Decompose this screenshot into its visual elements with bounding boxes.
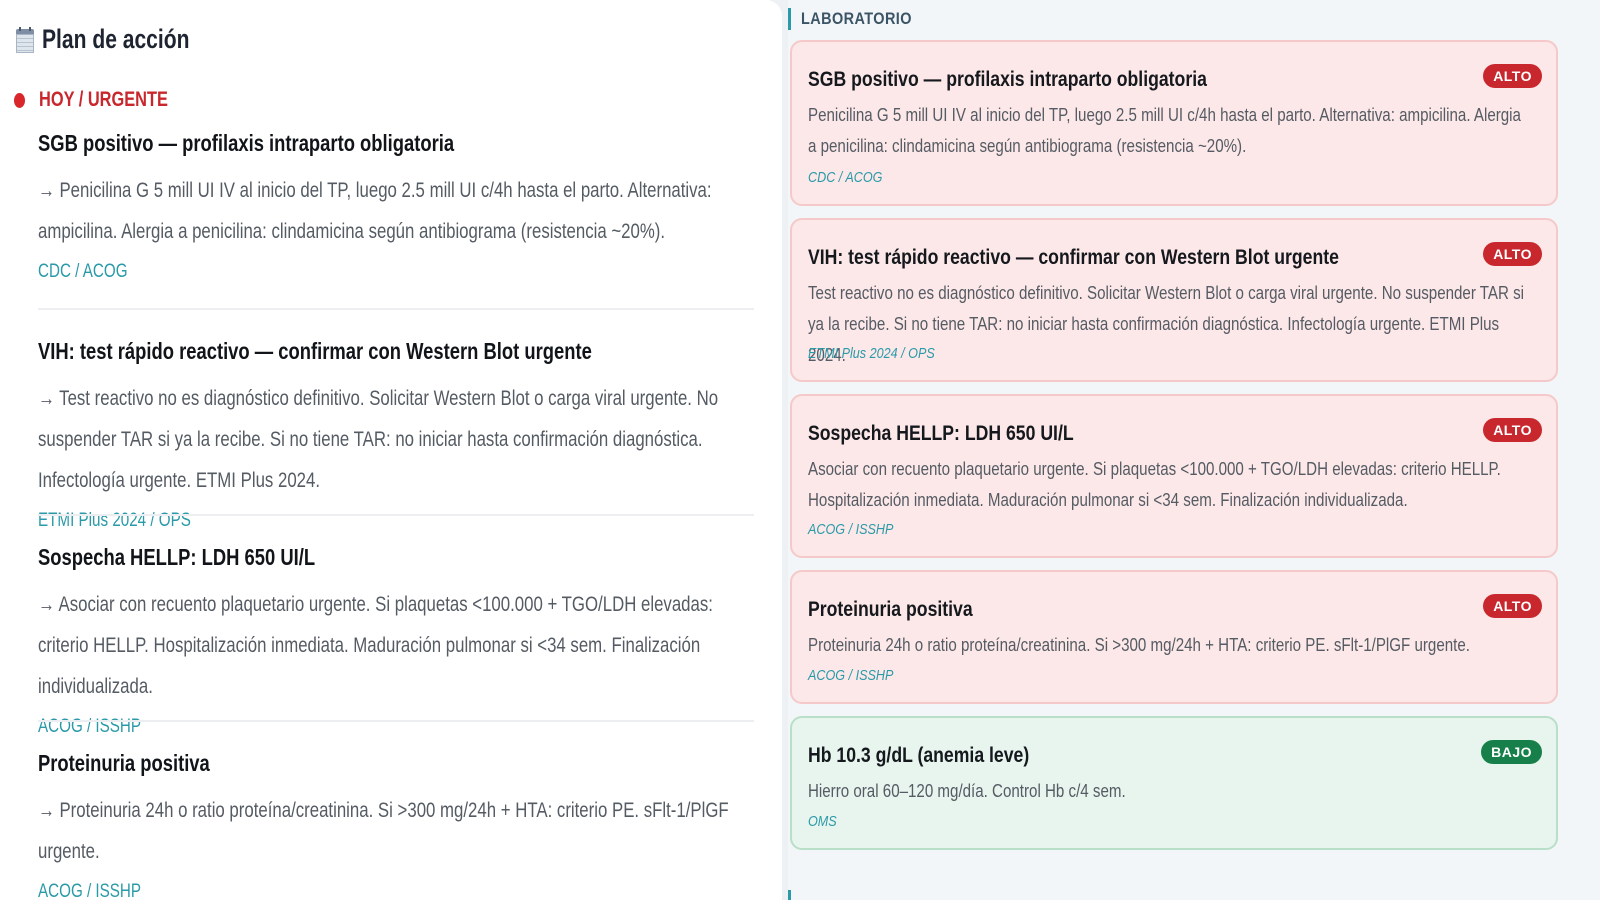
urgent-dot-icon xyxy=(14,92,25,108)
plan-item-title: Sospecha HELLP: LDH 650 UI/L xyxy=(38,544,316,570)
plan-item-source: ACOG / ISSHP xyxy=(38,881,142,900)
lab-card-description: Proteinuria 24h o ratio proteína/creatin… xyxy=(808,635,1470,655)
lab-card-title: VIH: test rápido reactivo — confirmar co… xyxy=(808,246,1339,269)
lab-card-title: Sospecha HELLP: LDH 650 UI/L xyxy=(808,422,1074,445)
plan-item-description: → Proteinuria 24h o ratio proteína/creat… xyxy=(38,799,729,863)
urgent-section-label: HOY / URGENTE xyxy=(39,88,168,111)
lab-section-label: LABORATORIO xyxy=(801,9,912,28)
plan-item-source: ETMI Plus 2024 / OPS xyxy=(38,510,191,531)
lab-card-description: Hierro oral 60–120 mg/día. Control Hb c/… xyxy=(808,781,1126,801)
plan-header: Plan de acción xyxy=(16,24,231,55)
plan-divider xyxy=(38,720,754,722)
lab-card-sgb[interactable]: SGB positivo — profilaxis intraparto obl… xyxy=(790,40,1558,206)
plan-item-hellp: Sospecha HELLP: LDH 650 UI/L → Asociar c… xyxy=(38,542,754,741)
app-frame: Plan de acción HOY / URGENTE SGB positiv… xyxy=(0,0,1600,900)
lab-card-source: OMS xyxy=(808,813,837,830)
plan-item-description: → Test reactivo no es diagnóstico defini… xyxy=(38,387,719,492)
lab-card-source: ETMI Plus 2024 / OPS xyxy=(808,345,935,362)
lab-next-section-bar xyxy=(788,890,791,900)
severity-badge: ALTO xyxy=(1483,64,1542,88)
plan-divider xyxy=(38,514,754,516)
lab-card-vih[interactable]: VIH: test rápido reactivo — confirmar co… xyxy=(790,218,1558,382)
plan-item-description: → Penicilina G 5 mill UI IV al inicio de… xyxy=(38,179,712,243)
plan-item-title: SGB positivo — profilaxis intraparto obl… xyxy=(38,130,455,156)
plan-item-title: VIH: test rápido reactivo — confirmar co… xyxy=(38,338,592,364)
plan-item-title: Proteinuria positiva xyxy=(38,750,210,776)
lab-card-source: CDC / ACOG xyxy=(808,169,883,186)
lab-card-description: Penicilina G 5 mill UI IV al inicio del … xyxy=(808,105,1521,156)
laboratory-panel: LABORATORIO SGB positivo — profilaxis in… xyxy=(788,0,1600,900)
lab-card-hb[interactable]: Hb 10.3 g/dL (anemia leve) BAJO Hierro o… xyxy=(790,716,1558,850)
plan-item-source: ACOG / ISSHP xyxy=(38,716,142,737)
plan-item-sgb: SGB positivo — profilaxis intraparto obl… xyxy=(38,128,754,286)
action-plan-panel: Plan de acción HOY / URGENTE SGB positiv… xyxy=(0,0,782,900)
plan-title: Plan de acción xyxy=(42,24,190,54)
lab-card-title: Hb 10.3 g/dL (anemia leve) xyxy=(808,744,1030,767)
severity-badge: ALTO xyxy=(1483,418,1542,442)
lab-card-hellp[interactable]: Sospecha HELLP: LDH 650 UI/L ALTO Asocia… xyxy=(790,394,1558,558)
plan-item-vih: VIH: test rápido reactivo — confirmar co… xyxy=(38,336,754,535)
lab-card-title: Proteinuria positiva xyxy=(808,598,973,621)
plan-item-description: → Asociar con recuento plaquetario urgen… xyxy=(38,593,713,698)
lab-accent-bar xyxy=(788,8,791,30)
urgent-section-header: HOY / URGENTE xyxy=(14,88,204,112)
plan-item-proteinuria: Proteinuria positiva → Proteinuria 24h o… xyxy=(38,748,754,900)
severity-badge: ALTO xyxy=(1483,242,1542,266)
lab-card-description: Asociar con recuento plaquetario urgente… xyxy=(808,459,1501,510)
lab-card-source: ACOG / ISSHP xyxy=(808,667,894,684)
severity-badge: BAJO xyxy=(1481,740,1542,764)
lab-card-proteinuria[interactable]: Proteinuria positiva ALTO Proteinuria 24… xyxy=(790,570,1558,704)
lab-card-source: ACOG / ISSHP xyxy=(808,521,894,538)
lab-card-title: SGB positivo — profilaxis intraparto obl… xyxy=(808,68,1207,91)
severity-badge: ALTO xyxy=(1483,594,1542,618)
lab-section-header: LABORATORIO xyxy=(788,8,931,30)
plan-divider xyxy=(38,308,754,310)
plan-item-source: CDC / ACOG xyxy=(38,261,128,282)
calendar-icon xyxy=(16,26,34,53)
